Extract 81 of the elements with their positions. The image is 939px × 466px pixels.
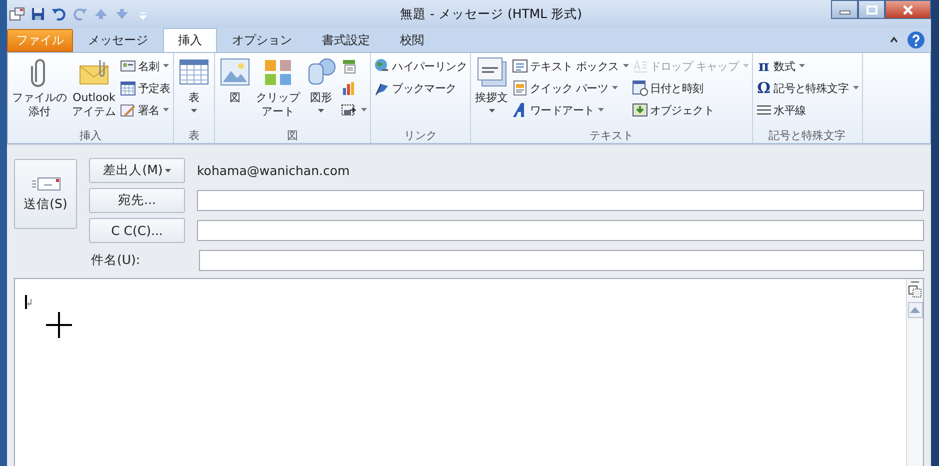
close-icon — [902, 4, 914, 14]
help-icon[interactable] — [907, 31, 925, 49]
dropdown-arrow-icon — [163, 108, 170, 112]
from-address: kohama@wanichan.com — [197, 163, 350, 178]
text-box-icon — [512, 58, 528, 74]
from-button[interactable]: 差出人(M) — [89, 158, 185, 183]
ribbon-button[interactable]: 挨拶文 — [473, 55, 510, 128]
ribbon-button[interactable]: 署名 — [119, 99, 172, 121]
ribbon-button[interactable]: ブックマーク — [373, 77, 468, 99]
globe-link-icon — [374, 58, 390, 74]
to-field[interactable] — [197, 190, 924, 211]
group-label: 挿入 — [78, 128, 103, 143]
group-label: 表 — [188, 128, 201, 143]
minimize-button[interactable] — [831, 0, 858, 19]
ribbon-button[interactable]: 日付と時刻 — [630, 77, 750, 99]
scroll-up-button[interactable] — [908, 302, 922, 318]
greeting-card-icon — [476, 56, 508, 88]
dropdown-arrow-icon — [622, 64, 629, 68]
quick-parts-icon — [512, 80, 528, 96]
dropdown-arrow-icon — [742, 64, 749, 68]
ribbon-tab[interactable]: メッセージ — [73, 29, 163, 52]
send-envelope-icon — [30, 176, 62, 192]
collapse-ribbon-icon[interactable] — [889, 35, 899, 45]
dropdown-arrow-icon — [361, 108, 368, 112]
send-button[interactable]: 送信(S) — [14, 159, 77, 229]
close-button[interactable] — [885, 0, 931, 19]
maximize-icon — [866, 4, 878, 14]
dropdown-arrow-icon — [191, 109, 198, 113]
subject-label: 件名(U): — [90, 252, 142, 269]
picture-icon — [219, 56, 252, 88]
ribbon-button[interactable]: ワードアート — [511, 99, 630, 121]
dropdown-arrow-icon — [799, 64, 806, 68]
dropdown-arrow-icon — [598, 108, 604, 112]
ribbon-button[interactable]: 名刺 — [119, 55, 172, 77]
undo-icon[interactable] — [51, 6, 67, 22]
ribbon-button[interactable]: 予定表 — [119, 77, 172, 99]
ribbon-button[interactable]: π 数式 — [754, 55, 860, 77]
ribbon-button[interactable]: 表 — [176, 55, 212, 128]
ribbon-button[interactable]: クイック パーツ — [511, 77, 630, 99]
dropdown-arrow-icon — [163, 64, 170, 68]
to-button[interactable]: 宛先... — [89, 188, 185, 213]
ribbon-button[interactable]: 水平線 — [754, 99, 860, 121]
ribbon-button[interactable]: 図形 — [303, 55, 340, 128]
crosshair-cursor-icon — [46, 312, 72, 338]
paragraph-mark-icon — [25, 295, 33, 309]
group-label: 図 — [286, 128, 300, 143]
save-icon[interactable] — [30, 6, 46, 22]
ribbon-button[interactable]: Ω 記号と特殊文字 — [754, 77, 860, 99]
ribbon-button[interactable]: クリップ アート — [254, 55, 302, 128]
up-arrow-icon — [910, 307, 920, 313]
dropdown-arrow-icon — [852, 86, 859, 90]
dropdown-arrow-icon — [488, 109, 495, 113]
ribbon-button[interactable]: Outlook アイテム — [70, 55, 118, 128]
cc-button[interactable]: C C(C)... — [89, 218, 185, 243]
ribbon-button[interactable]: テキスト ボックス — [511, 55, 630, 77]
ribbon-button[interactable]: オブジェクト — [630, 99, 750, 121]
maximize-button[interactable] — [858, 0, 885, 19]
ribbon-button[interactable]: ハイパーリンク — [373, 55, 468, 77]
object-icon — [632, 102, 648, 118]
drop-cap-icon — [632, 58, 648, 74]
ruler-toggle-icon[interactable] — [908, 281, 922, 299]
group-label: 記号と特殊文字 — [768, 128, 847, 143]
window-title: 無題 - メッセージ (HTML 形式) — [399, 6, 583, 22]
group-label: リンク — [403, 128, 438, 143]
cc-field[interactable] — [197, 220, 924, 241]
dropdown-arrow-icon — [164, 168, 171, 172]
subject-field[interactable] — [199, 250, 924, 271]
dropdown-arrow-icon — [318, 109, 324, 113]
dropdown-arrow-icon — [612, 86, 618, 90]
vertical-scrollbar[interactable] — [906, 279, 923, 466]
ribbon-tab[interactable]: 挿入 — [163, 28, 217, 52]
calendar-clock-icon — [632, 80, 648, 96]
business-card-icon — [120, 58, 136, 74]
calendar-icon — [120, 80, 136, 96]
group-label: テキスト — [588, 128, 634, 143]
ribbon-tab[interactable]: 書式設定 — [307, 29, 385, 52]
ribbon-button[interactable]: ファイルの 添付 — [10, 55, 69, 128]
ribbon-tab[interactable]: 校閲 — [385, 29, 439, 52]
signature-pen-icon — [120, 102, 136, 118]
ribbon-tab[interactable]: オプション — [217, 29, 307, 52]
ribbon-button[interactable]: 図 — [217, 55, 254, 128]
